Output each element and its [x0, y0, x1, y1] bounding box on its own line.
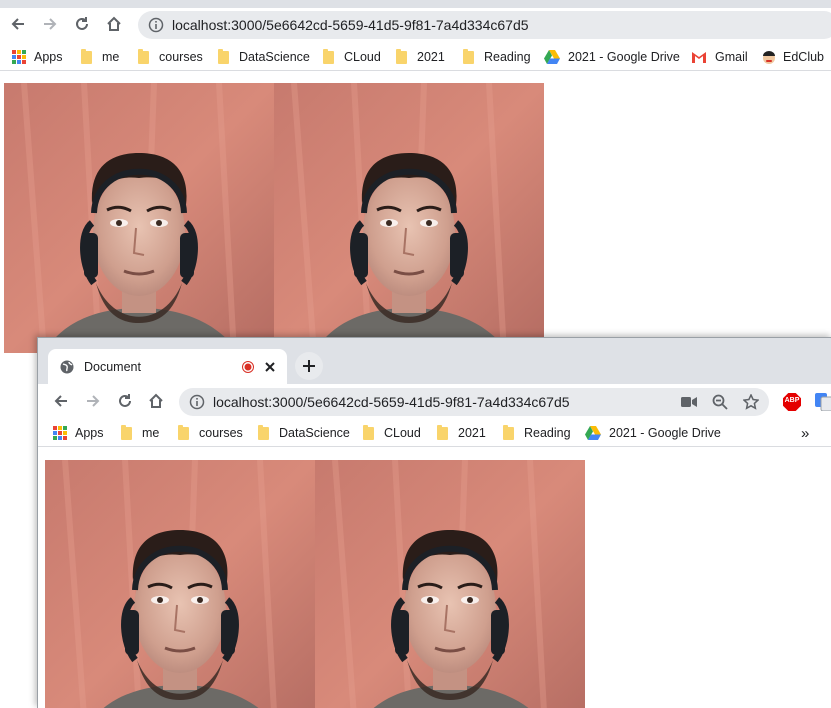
webcam-video: [45, 460, 315, 708]
folder-icon: [218, 48, 229, 64]
translate-icon: [815, 393, 831, 412]
tab-document[interactable]: Document: [48, 349, 287, 384]
bookmark-gmail[interactable]: Gmail: [691, 48, 748, 66]
bookmark-me[interactable]: me: [81, 48, 119, 66]
star-icon[interactable]: [743, 394, 759, 410]
edclub-icon: [763, 51, 775, 64]
bookmark-apps[interactable]: Apps: [53, 424, 104, 442]
drive-icon: [585, 426, 601, 440]
back-icon: [11, 18, 24, 30]
bookmark-apps[interactable]: Apps: [12, 48, 63, 66]
screenshot-root: { "back_window": { "url": "localhost:300…: [0, 0, 831, 708]
bookmark-reading[interactable]: Reading: [503, 424, 571, 442]
browser-toolbar: localhost:3000/5e6642cd-5659-41d5-9f81-7…: [0, 8, 831, 44]
bookmark-2021[interactable]: 2021: [396, 48, 445, 66]
front-browser-window: Document localhost:3000/5e6642cd-5659-41…: [37, 337, 831, 708]
folder-icon: [503, 424, 514, 440]
folder-icon: [178, 424, 189, 440]
info-icon[interactable]: [189, 394, 205, 410]
bookmark-cloud[interactable]: CLoud: [323, 48, 381, 66]
camera-icon[interactable]: [681, 396, 697, 408]
bookmarks-bar: Apps me courses DataScience CLoud 2021 R…: [38, 420, 831, 447]
forward-icon: [87, 395, 100, 407]
reload-icon: [76, 17, 88, 30]
bookmark-cloud[interactable]: CLoud: [363, 424, 421, 442]
webcam-video: [274, 83, 544, 353]
folder-icon: [323, 48, 334, 64]
video-tile: [4, 83, 274, 353]
back-button[interactable]: [6, 12, 30, 36]
video-tile: [45, 460, 315, 708]
home-icon: [149, 393, 163, 408]
bookmark-reading[interactable]: Reading: [463, 48, 531, 66]
zoom-icon[interactable]: [712, 394, 728, 410]
bookmark-datascience[interactable]: DataScience: [258, 424, 350, 442]
back-icon: [54, 395, 67, 407]
forward-button[interactable]: [81, 389, 105, 413]
gmail-icon: [692, 52, 706, 63]
folder-icon: [437, 424, 448, 440]
reload-icon: [119, 394, 131, 407]
url-text: localhost:3000/5e6642cd-5659-41d5-9f81-7…: [213, 394, 570, 410]
tab-strip: Document: [38, 338, 831, 384]
webcam-video: [315, 460, 585, 708]
folder-icon: [463, 48, 474, 64]
bookmarks-bar: Apps me courses DataScience CLoud 2021 R…: [0, 44, 831, 71]
bookmark-google-drive[interactable]: 2021 - Google Drive: [585, 424, 721, 442]
bookmarks-overflow-button[interactable]: »: [801, 424, 809, 442]
address-bar[interactable]: localhost:3000/5e6642cd-5659-41d5-9f81-7…: [138, 11, 831, 39]
back-button[interactable]: [49, 389, 73, 413]
folder-icon: [121, 424, 132, 440]
home-button[interactable]: [102, 12, 126, 36]
webcam-video: [4, 83, 274, 353]
folder-icon: [138, 48, 149, 64]
bookmark-datascience[interactable]: DataScience: [218, 48, 310, 66]
url-text: localhost:3000/5e6642cd-5659-41d5-9f81-7…: [172, 17, 529, 33]
close-icon[interactable]: [265, 362, 275, 372]
plus-icon: [303, 360, 315, 372]
bookmark-courses[interactable]: courses: [178, 424, 243, 442]
apps-icon: [53, 426, 67, 440]
bookmark-edclub[interactable]: EdClub: [761, 48, 824, 66]
drive-icon: [544, 50, 560, 64]
home-button[interactable]: [144, 389, 168, 413]
bookmark-me[interactable]: me: [121, 424, 159, 442]
video-tile: [315, 460, 585, 708]
info-icon[interactable]: [148, 17, 164, 33]
adblock-extension[interactable]: ABP: [783, 393, 801, 411]
forward-button[interactable]: [38, 12, 62, 36]
bookmark-courses[interactable]: courses: [138, 48, 203, 66]
browser-toolbar: localhost:3000/5e6642cd-5659-41d5-9f81-7…: [38, 384, 831, 420]
video-tile: [274, 83, 544, 353]
home-icon: [107, 16, 121, 31]
reload-button[interactable]: [113, 389, 137, 413]
bookmark-2021[interactable]: 2021: [437, 424, 486, 442]
reload-button[interactable]: [70, 12, 94, 36]
bookmark-google-drive[interactable]: 2021 - Google Drive: [544, 48, 680, 66]
forward-icon: [44, 18, 57, 30]
tab-title: Document: [84, 359, 141, 374]
record-icon: [242, 361, 254, 373]
folder-icon: [396, 48, 407, 64]
translate-extension[interactable]: [815, 393, 831, 412]
folder-icon: [363, 424, 374, 440]
folder-icon: [258, 424, 269, 440]
folder-icon: [81, 48, 92, 64]
globe-icon: [60, 360, 74, 373]
new-tab-button[interactable]: [295, 352, 323, 380]
apps-icon: [12, 50, 26, 64]
tab-strip: [0, 0, 831, 8]
address-bar[interactable]: localhost:3000/5e6642cd-5659-41d5-9f81-7…: [179, 388, 769, 416]
